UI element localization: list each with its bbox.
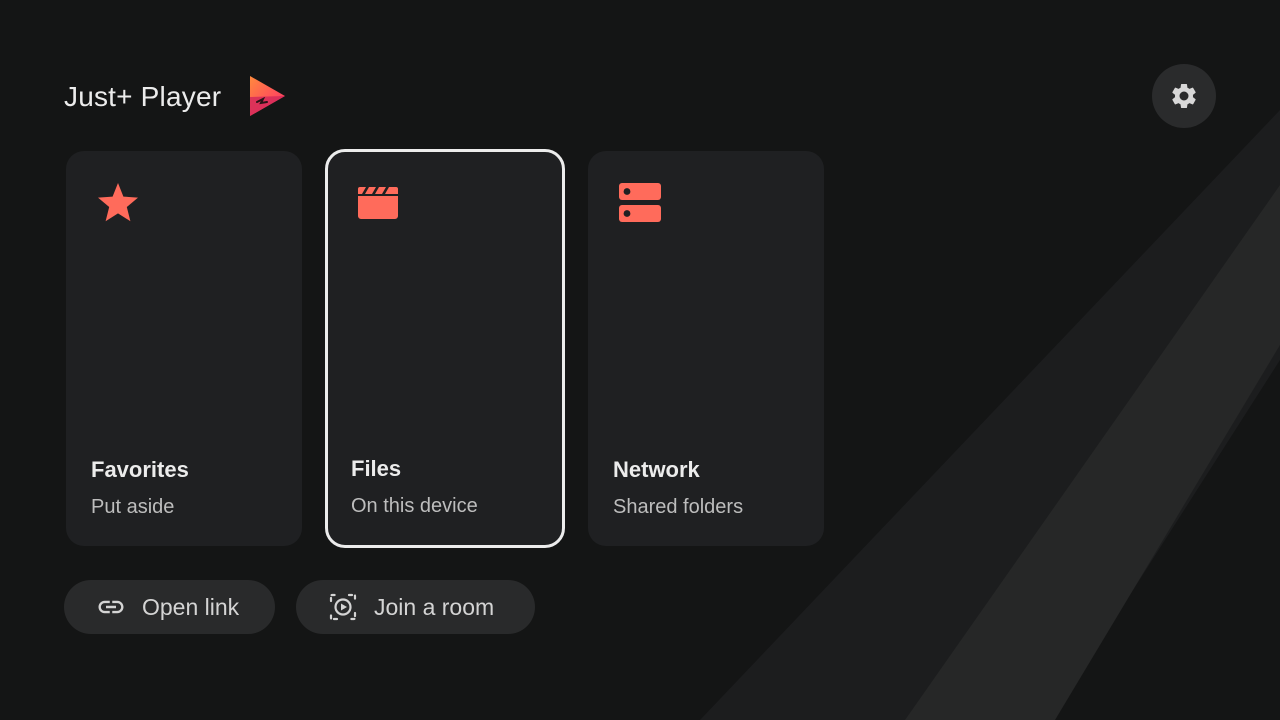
room-play-icon [328, 592, 358, 622]
gear-icon [1172, 83, 1196, 108]
card-files[interactable]: Files On this device [325, 149, 565, 548]
card-title: Network [613, 457, 700, 482]
server-icon [619, 183, 661, 222]
app-title: Just+ Player [64, 81, 222, 112]
star-icon [98, 183, 138, 222]
join-room-label: Join a room [374, 593, 495, 620]
card-favorites[interactable]: Favorites Put aside [66, 151, 302, 546]
app-logo-icon [250, 76, 285, 116]
card-title: Files [351, 456, 402, 481]
card-subtitle: Shared folders [613, 496, 744, 518]
card-title: Favorites [91, 457, 189, 482]
card-subtitle: On this device [351, 495, 478, 517]
open-link-button[interactable]: Open link [64, 580, 275, 634]
open-link-label: Open link [142, 593, 240, 620]
settings-button[interactable] [1152, 64, 1216, 128]
join-room-button[interactable]: Join a room [296, 580, 535, 634]
card-subtitle: Put aside [91, 496, 175, 518]
clapperboard-icon [358, 187, 398, 219]
card-network[interactable]: Network Shared folders [588, 151, 824, 546]
link-icon [96, 592, 126, 622]
